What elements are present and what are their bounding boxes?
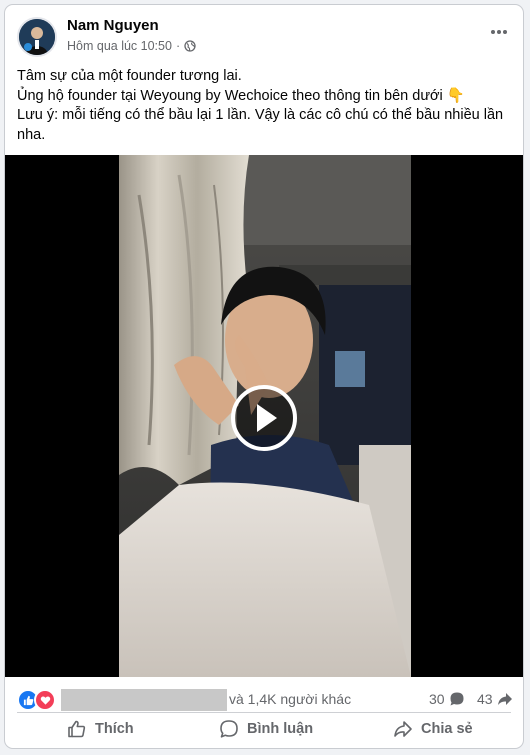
reaction-icons[interactable] xyxy=(17,689,56,711)
actions-divider xyxy=(17,712,511,713)
love-reaction-icon xyxy=(34,689,56,711)
post-text-line: Ủng hộ founder tại Weyoung by Wechoice t… xyxy=(17,87,465,104)
share-button-label: Chia sẻ xyxy=(421,721,473,737)
globe-icon xyxy=(184,40,196,52)
share-count[interactable]: 43 xyxy=(477,691,513,707)
comment-count[interactable]: 30 xyxy=(429,691,465,707)
post-text-line: Lưu ý: mỗi tiếng có thể bầu lại 1 lần. V… xyxy=(17,107,504,123)
share-count-value: 43 xyxy=(477,691,493,707)
like-button[interactable]: Thích xyxy=(67,719,134,739)
comment-button-label: Bình luận xyxy=(247,721,314,737)
more-dots-icon xyxy=(491,30,507,34)
thumbs-up-icon xyxy=(68,720,86,738)
share-arrow-icon xyxy=(497,693,512,705)
post-text-line: Tâm sự của một founder tương lai. xyxy=(17,68,242,84)
comment-icon xyxy=(220,720,238,738)
share-button[interactable]: Chia sẻ xyxy=(393,719,473,739)
post-meta: Hôm qua lúc 10:50 · xyxy=(67,39,196,53)
author-name[interactable]: Nam Nguyen xyxy=(67,17,159,34)
play-icon xyxy=(257,404,277,432)
redacted-names xyxy=(61,689,227,711)
more-options-button[interactable] xyxy=(485,21,513,43)
comment-bubble-icon xyxy=(450,692,464,706)
dot-separator: · xyxy=(175,39,181,53)
play-button[interactable] xyxy=(231,385,297,451)
post-timestamp[interactable]: Hôm qua lúc 10:50 xyxy=(67,39,172,53)
post-actions: Thích Bình luận Chia sẻ xyxy=(5,715,523,747)
post-card: Nam Nguyen Hôm qua lúc 10:50 · Tâm sự củ… xyxy=(4,4,524,749)
post-text: Tâm sự của một founder tương lai. Ủng hộ… xyxy=(17,67,517,145)
avatar-image xyxy=(19,19,55,55)
like-button-label: Thích xyxy=(95,721,134,737)
post-text-line: nha. xyxy=(17,126,46,143)
comment-count-value: 30 xyxy=(429,691,445,707)
reactions-summary: và 1,4K người khác 30 43 xyxy=(5,681,523,713)
share-icon xyxy=(394,721,412,737)
video-player[interactable] xyxy=(5,155,523,677)
post-header: Nam Nguyen Hôm qua lúc 10:50 · xyxy=(5,5,523,61)
reaction-others-text[interactable]: và 1,4K người khác xyxy=(229,691,351,707)
avatar[interactable] xyxy=(17,17,57,57)
comment-button[interactable]: Bình luận xyxy=(219,719,313,739)
